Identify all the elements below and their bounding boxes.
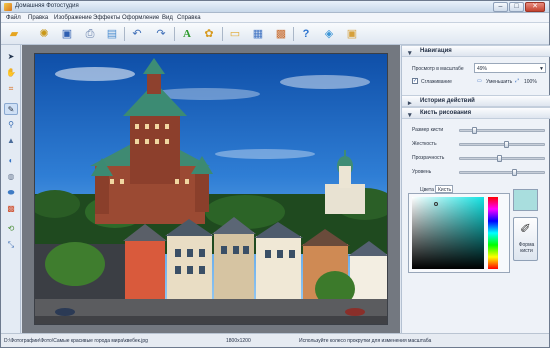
brush-size-thumb[interactable] xyxy=(471,127,477,134)
file-path: D:\Фотографии\Фото\Самые красивые города… xyxy=(4,338,148,344)
menu-image[interactable]: Изображение xyxy=(54,15,92,21)
properties-panel: ▾ Навигация Просмотр в масштабе 49% ▼ ✓ … xyxy=(401,45,550,333)
color-swatch xyxy=(513,189,538,211)
brush-shape-label: Форма кисти xyxy=(518,242,535,254)
toolbar-separator xyxy=(293,27,294,41)
print-icon[interactable]: ⎙ xyxy=(81,25,99,43)
menu-file[interactable]: Файл xyxy=(6,15,21,21)
menu-effects[interactable]: Эффекты xyxy=(93,15,120,21)
text-icon[interactable]: A xyxy=(178,25,196,43)
level-slider[interactable] xyxy=(459,171,545,174)
dropper-icon[interactable]: ⚲ xyxy=(4,119,18,131)
history-title: История действий xyxy=(420,98,475,104)
zoom-value: 49% xyxy=(477,66,488,72)
history-section-header[interactable]: ▸ История действий xyxy=(402,95,550,107)
hand-icon[interactable]: ✋ xyxy=(4,67,18,79)
status-bar: D:\Фотографии\Фото\Самые красивые города… xyxy=(1,333,549,347)
preview-icon[interactable]: ▤ xyxy=(103,25,121,43)
brush-pen-icon: ✐ xyxy=(520,221,531,236)
zoom-label: Просмотр в масштабе xyxy=(412,66,464,72)
menu-design[interactable]: Оформление xyxy=(122,15,159,21)
box-icon[interactable]: ▣ xyxy=(343,25,361,43)
open-folder-icon[interactable]: ▰ xyxy=(5,25,23,43)
palette-icon[interactable]: ✿ xyxy=(200,25,218,43)
main-toolbar: ▰ ✺ ▣ ⎙ ▤ ↶ ↷ A ✿ ▭ ▦ ▩ ? ◈ ▣ xyxy=(1,23,549,45)
chevron-down-icon: ▼ xyxy=(539,66,544,72)
canvas-area[interactable] xyxy=(22,45,400,333)
gradient-icon[interactable]: ▩ xyxy=(4,203,18,215)
gear-icon[interactable]: ✺ xyxy=(35,25,53,43)
hardness-label: Жесткость xyxy=(412,141,437,147)
help-icon[interactable]: ? xyxy=(297,25,315,43)
toolbar-separator xyxy=(174,27,175,41)
level-label: Уровень xyxy=(412,169,432,175)
opacity-thumb[interactable] xyxy=(497,155,503,162)
menu-help[interactable]: Справка xyxy=(177,15,201,21)
level-thumb[interactable] xyxy=(511,169,517,176)
clone-icon[interactable]: ⬬ xyxy=(4,187,18,199)
menu-bar: Файл Правка Изображение Эффекты Оформлен… xyxy=(1,13,549,23)
navigation-section-header[interactable]: ▾ Навигация xyxy=(402,45,550,57)
window-title: Домашняя Фотостудия xyxy=(15,3,79,9)
redo-icon[interactable]: ↷ xyxy=(152,25,170,43)
cursor-icon[interactable]: ➤ xyxy=(4,51,18,63)
smoothing-label: Сглаживание xyxy=(421,79,452,85)
brush-tab[interactable]: Кисть xyxy=(435,185,453,193)
toolbar-separator xyxy=(222,27,223,41)
layers-icon[interactable]: ◈ xyxy=(320,25,338,43)
navigation-title: Навигация xyxy=(420,48,452,54)
blur-icon[interactable]: ▲ xyxy=(4,135,18,147)
maximize-button[interactable]: □ xyxy=(509,2,524,12)
tools-panel: ➤ ✋ ⌗ ✎ ⚲ ▲ ◐ ◍ ⬬ ▩ ⟲ ⤡ xyxy=(1,45,21,333)
hardness-slider[interactable] xyxy=(459,143,545,146)
collapse-arrow-icon: ▾ xyxy=(408,50,412,57)
menu-view[interactable]: Вид xyxy=(162,15,173,21)
hardness-thumb[interactable] xyxy=(503,141,509,148)
opacity-label: Прозрачность xyxy=(412,155,445,161)
menu-edit[interactable]: Правка xyxy=(28,15,48,21)
brush-title: Кисть рисования xyxy=(420,110,472,116)
close-button[interactable]: ✕ xyxy=(525,2,545,12)
fit-button[interactable]: Уменьшить xyxy=(486,79,512,85)
brush-shape-button[interactable]: ✐ Форма кисти xyxy=(513,217,538,261)
collapse-arrow-icon: ▾ xyxy=(408,112,412,119)
minimize-button[interactable]: – xyxy=(493,2,508,12)
full-size-button[interactable]: 100% xyxy=(524,79,537,85)
hue-slider[interactable] xyxy=(488,197,498,269)
toolbar-separator xyxy=(124,27,125,41)
brush-size-label: Размер кисти xyxy=(412,127,444,133)
title-bar: Домашняя Фотостудия – □ ✕ xyxy=(1,1,549,13)
status-hint: Используйте колесо прокрутки для изменен… xyxy=(299,338,432,344)
collage-icon[interactable]: ▩ xyxy=(272,25,290,43)
crop-icon[interactable]: ⌗ xyxy=(4,83,18,95)
frame-icon[interactable]: ▭ xyxy=(226,25,244,43)
zoom-full-icon[interactable]: ⤢ xyxy=(515,78,519,84)
rotate-icon[interactable]: ⟲ xyxy=(4,223,18,235)
lens-icon[interactable]: ◍ xyxy=(4,171,18,183)
zoom-select[interactable]: 49% ▼ xyxy=(474,63,546,73)
image-dimensions: 1800x1200 xyxy=(226,338,251,344)
saturation-value-area[interactable] xyxy=(412,197,484,269)
brush-section-header[interactable]: ▾ Кисть рисования xyxy=(402,107,550,119)
contrast-icon[interactable]: ◐ xyxy=(4,155,18,167)
brush-icon[interactable]: ✎ xyxy=(4,103,18,115)
app-logo-icon xyxy=(4,3,12,11)
quebec-photo xyxy=(35,54,387,324)
resize-icon[interactable]: ⤡ xyxy=(4,239,18,251)
undo-icon[interactable]: ↶ xyxy=(128,25,146,43)
smoothing-checkbox[interactable]: ✓ xyxy=(412,78,418,84)
color-picker-cursor xyxy=(434,202,438,206)
app-window: Домашняя Фотостудия – □ ✕ Файл Правка Из… xyxy=(0,0,550,348)
photo-image[interactable] xyxy=(34,53,388,325)
calendar-icon[interactable]: ▦ xyxy=(249,25,267,43)
save-icon[interactable]: ▣ xyxy=(58,25,76,43)
zoom-out-icon[interactable]: ▭ xyxy=(477,78,482,84)
